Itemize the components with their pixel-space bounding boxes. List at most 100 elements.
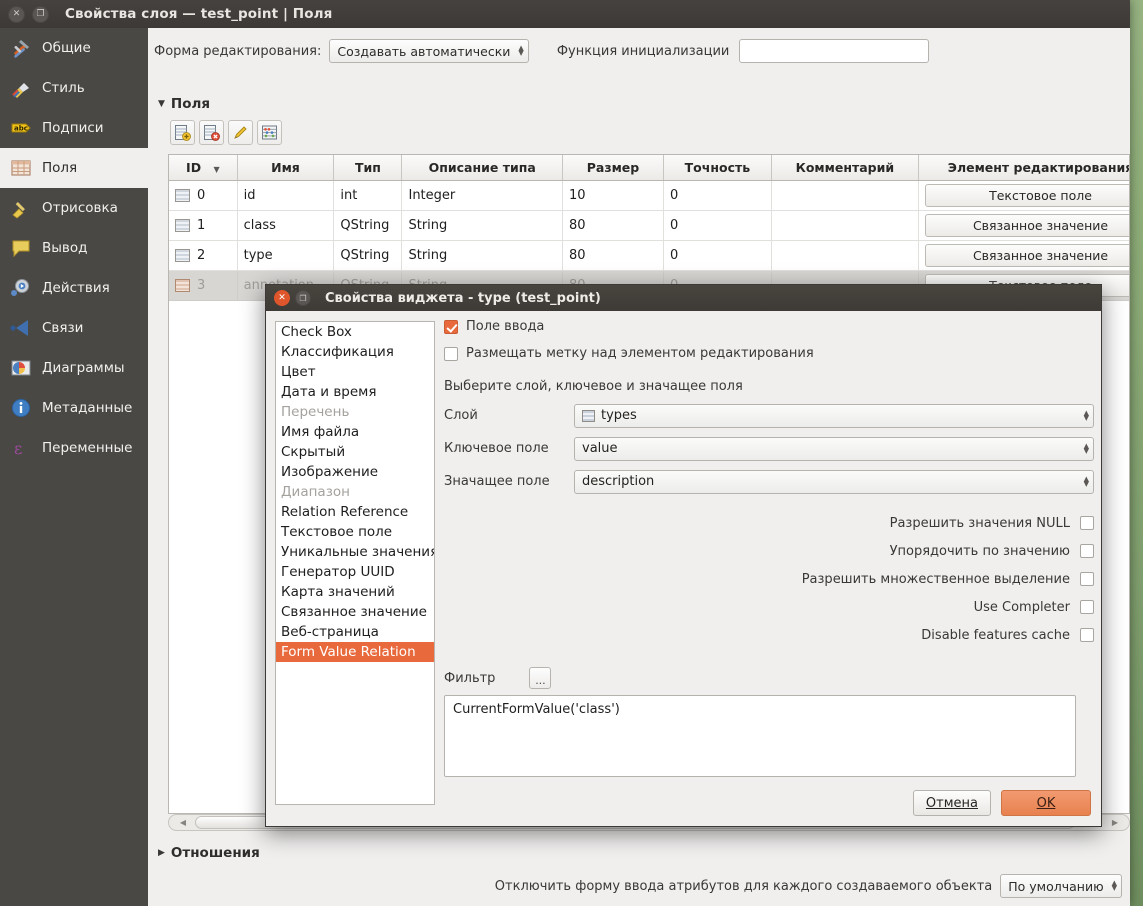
layer-select[interactable]: types ▲▼ <box>574 404 1094 428</box>
edit-widget-button[interactable]: Текстовое поле <box>925 184 1130 207</box>
column-header-precision[interactable]: Точность <box>664 155 772 180</box>
value-field-select[interactable]: description ▲▼ <box>574 470 1094 494</box>
sidebar-item-actions[interactable]: Действия <box>0 268 148 308</box>
column-header-length[interactable]: Размер <box>562 155 663 180</box>
cell-type: int <box>334 180 402 210</box>
list-item[interactable]: Генератор UUID <box>276 562 434 582</box>
sidebar-item-rendering[interactable]: Отрисовка <box>0 188 148 228</box>
cell-widget: Связанное значение <box>919 210 1130 240</box>
cell-comment <box>771 240 918 270</box>
disable-cache-checkbox[interactable] <box>1080 628 1094 642</box>
edit-form-select-value: Создавать автоматически <box>337 44 510 59</box>
table-row[interactable]: 2 type QString String 80 0 Связанное зна… <box>169 240 1130 270</box>
cell-comment <box>771 210 918 240</box>
sidebar-item-label: Подписи <box>42 120 104 136</box>
column-header-comment[interactable]: Комментарий <box>771 155 918 180</box>
edit-widget-button[interactable]: Связанное значение <box>925 214 1130 237</box>
dialog-cancel-button[interactable]: Отмена <box>913 790 991 816</box>
list-item[interactable]: Дата и время <box>276 382 434 402</box>
sidebar-item-style[interactable]: Стиль <box>0 68 148 108</box>
allow-null-checkbox[interactable] <box>1080 516 1094 530</box>
init-function-input[interactable] <box>739 39 929 63</box>
list-item-selected[interactable]: Form Value Relation <box>276 642 434 662</box>
column-header-type-desc[interactable]: Описание типа <box>402 155 562 180</box>
list-item[interactable]: Check Box <box>276 322 434 342</box>
edit-form-select[interactable]: Создавать автоматически ▲▼ <box>329 39 528 63</box>
column-header-type[interactable]: Тип <box>334 155 402 180</box>
list-item[interactable]: Скрытый <box>276 442 434 462</box>
use-completer-checkbox[interactable] <box>1080 600 1094 614</box>
cell-widget: Текстовое поле <box>919 180 1130 210</box>
order-by-value-checkbox[interactable] <box>1080 544 1094 558</box>
remove-column-icon <box>203 124 220 141</box>
editable-checkbox-row[interactable]: Поле ввода <box>444 319 1094 334</box>
list-item[interactable]: Цвет <box>276 362 434 382</box>
sidebar-item-labels[interactable]: abc Подписи <box>0 108 148 148</box>
sidebar-item-joins[interactable]: Связи <box>0 308 148 348</box>
sidebar-item-diagrams[interactable]: Диаграммы <box>0 348 148 388</box>
dialog-ok-button[interactable]: OK <box>1001 790 1091 816</box>
list-item[interactable]: Имя файла <box>276 422 434 442</box>
use-completer-row[interactable]: Use Completer <box>444 593 1094 621</box>
list-item[interactable]: Текстовое поле <box>276 522 434 542</box>
column-header-widget[interactable]: Элемент редактирования <box>919 155 1130 180</box>
list-item[interactable]: Связанное значение <box>276 602 434 622</box>
sidebar-item-fields[interactable]: Поля <box>0 148 148 188</box>
maximize-icon[interactable]: ❐ <box>295 290 311 306</box>
sidebar-item-label: Вывод <box>42 240 87 256</box>
relations-section-header[interactable]: ▶ Отношения <box>158 845 260 861</box>
close-icon[interactable]: ✕ <box>8 6 25 23</box>
table-row[interactable]: 1 class QString String 80 0 Связанное зн… <box>169 210 1130 240</box>
editable-checkbox[interactable] <box>444 320 458 334</box>
list-item[interactable]: Изображение <box>276 462 434 482</box>
row-field-icon <box>175 279 190 292</box>
sidebar-item-display[interactable]: Вывод <box>0 228 148 268</box>
scroll-right-icon[interactable]: ▶ <box>1103 815 1127 830</box>
allow-multi-row[interactable]: Разрешить множественное выделение <box>444 565 1094 593</box>
table-row[interactable]: 0 id int Integer 10 0 Текстовое поле <box>169 180 1130 210</box>
column-header-id[interactable]: ID ▼ <box>169 155 237 180</box>
cell-name: id <box>237 180 334 210</box>
list-item[interactable]: Уникальные значения <box>276 542 434 562</box>
list-item[interactable]: Relation Reference <box>276 502 434 522</box>
sidebar-item-general[interactable]: Общие <box>0 28 148 68</box>
toggle-editing-button[interactable] <box>228 120 253 145</box>
sidebar-item-metadata[interactable]: Метаданные <box>0 388 148 428</box>
cell-name: type <box>237 240 334 270</box>
list-item[interactable]: Классификация <box>276 342 434 362</box>
delete-field-button[interactable] <box>199 120 224 145</box>
fields-section-title: Поля <box>171 96 210 112</box>
fields-section-header[interactable]: ▼ Поля <box>158 96 210 112</box>
close-icon[interactable]: ✕ <box>274 290 290 306</box>
filter-expression-textarea[interactable]: CurrentFormValue('class') <box>444 695 1076 777</box>
widget-type-list[interactable]: Check Box Классификация Цвет Дата и врем… <box>275 321 435 805</box>
label-above-checkbox-row[interactable]: Размещать метку над элементом редактиров… <box>444 346 1094 361</box>
key-field-select[interactable]: value ▲▼ <box>574 437 1094 461</box>
value-field-value: description <box>582 474 654 489</box>
list-item[interactable]: Карта значений <box>276 582 434 602</box>
key-field-row: Ключевое поле value ▲▼ <box>444 435 1094 462</box>
filter-expression-builder-button[interactable]: ... <box>529 667 551 689</box>
allow-null-row[interactable]: Разрешить значения NULL <box>444 509 1094 537</box>
key-field-value: value <box>582 441 618 456</box>
maximize-icon[interactable]: ❐ <box>32 6 49 23</box>
order-by-value-row[interactable]: Упорядочить по значению <box>444 537 1094 565</box>
disable-cache-label: Disable features cache <box>921 628 1070 643</box>
scroll-left-icon[interactable]: ◀ <box>171 815 195 830</box>
label-above-checkbox[interactable] <box>444 347 458 361</box>
cell-type-desc: String <box>402 240 562 270</box>
new-field-button[interactable] <box>170 120 195 145</box>
list-item[interactable]: Веб-страница <box>276 622 434 642</box>
edit-widget-button[interactable]: Связанное значение <box>925 244 1130 267</box>
cell-type: QString <box>334 240 402 270</box>
disable-cache-row[interactable]: Disable features cache <box>444 621 1094 649</box>
options-group: Разрешить значения NULL Упорядочить по з… <box>444 509 1094 649</box>
sidebar-item-variables[interactable]: ε Переменные <box>0 428 148 468</box>
layer-select-value: types <box>601 408 637 423</box>
suppress-form-select[interactable]: По умолчанию ▲▼ <box>1000 874 1122 898</box>
allow-multi-checkbox[interactable] <box>1080 572 1094 586</box>
calculate-field-button[interactable] <box>257 120 282 145</box>
chevron-right-icon: ▶ <box>158 848 165 858</box>
column-header-name[interactable]: Имя <box>237 155 334 180</box>
chevron-updown-icon: ▲▼ <box>1084 444 1089 454</box>
